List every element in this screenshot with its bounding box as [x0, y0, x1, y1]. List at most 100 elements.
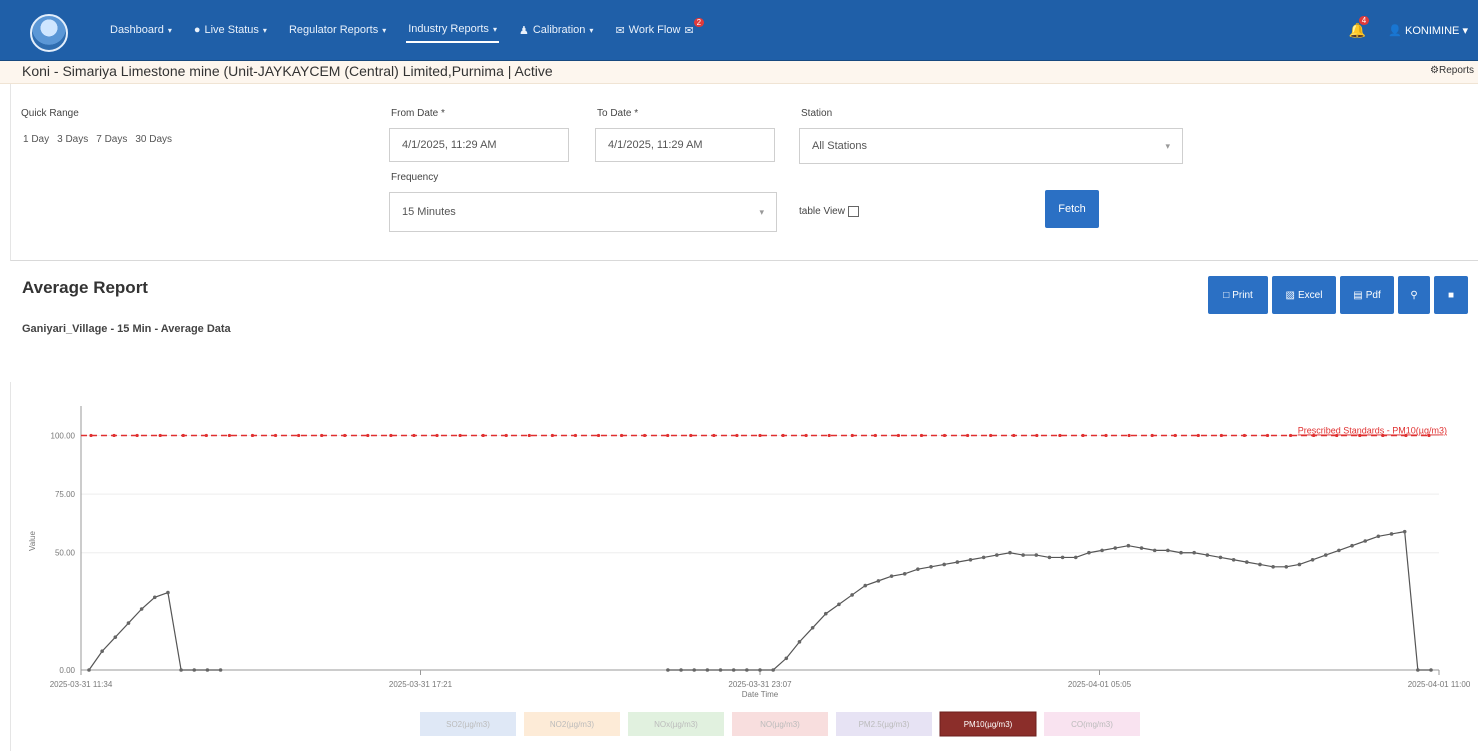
y-tick-label: 75.00	[55, 490, 76, 499]
table-view-toggle[interactable]: table View	[799, 206, 859, 217]
threshold-marker	[366, 433, 370, 438]
legend-label: NO2(µg/m3)	[550, 720, 595, 729]
data-point	[166, 590, 170, 595]
from-date-label: From Date *	[391, 108, 445, 119]
data-point	[784, 656, 789, 661]
notification-bell-icon[interactable]: 🔔 4	[1349, 15, 1370, 39]
quick-range-1-day[interactable]: 1 Day	[21, 132, 51, 147]
to-date-label: To Date *	[597, 108, 639, 119]
quick-range-7-days[interactable]: 7 Days	[94, 132, 129, 147]
top-navbar: Dashboard ▾ ● Live Status ▾ Regulator Reports…	[0, 0, 1478, 62]
page-title: Koni - Simariya Limestone mine (Unit-JAY…	[22, 63, 553, 79]
nav-item-calibration[interactable]: ♟ Calibration ▾	[517, 18, 595, 43]
threshold-marker	[1150, 433, 1154, 438]
data-point	[192, 668, 197, 672]
data-point	[1060, 555, 1065, 560]
nav-item-industry-reports[interactable]: Industry Reports ▾	[406, 17, 499, 43]
frequency-label: Frequency	[391, 172, 439, 183]
quick-range-3-days[interactable]: 3 Days	[55, 132, 90, 147]
data-point	[850, 593, 854, 597]
threshold-marker	[89, 433, 93, 438]
app-logo[interactable]	[30, 14, 68, 52]
threshold-marker	[527, 433, 531, 438]
data-point	[758, 668, 762, 672]
data-point	[771, 668, 775, 672]
chevron-down-icon: ▾	[759, 206, 764, 217]
data-point	[1008, 550, 1012, 555]
data-point	[1179, 550, 1183, 555]
data-point	[1047, 555, 1052, 560]
threshold-marker	[804, 433, 808, 438]
threshold-marker	[735, 433, 739, 438]
data-point	[1402, 529, 1407, 534]
quick-range-group: 1 Day 3 Days 7 Days 30 Days	[21, 132, 174, 147]
to-date-input[interactable]: 4/1/2025, 11:29 AM	[595, 128, 775, 162]
legend-label: NOx(µg/m3)	[654, 720, 698, 729]
nav-item-dashboard[interactable]: Dashboard ▾	[108, 18, 174, 42]
data-point	[1363, 539, 1368, 543]
print-button[interactable]: □ Print	[1208, 276, 1268, 314]
data-point	[1113, 546, 1118, 550]
y-tick-label: 100.00	[51, 431, 76, 440]
data-point	[692, 668, 697, 672]
data-point	[1034, 553, 1039, 557]
data-point	[797, 640, 802, 644]
data-point	[863, 583, 868, 588]
chevron-down-icon: ▾	[1462, 24, 1468, 37]
zoom-button[interactable]: ⚲	[1398, 276, 1430, 314]
data-point	[1166, 548, 1170, 553]
main-nav: Dashboard ▾ ● Live Status ▾ Regulator Reports…	[108, 0, 706, 60]
chevron-down-icon: ▾	[262, 25, 267, 35]
data-point	[705, 668, 710, 672]
threshold-marker	[1081, 433, 1085, 438]
threshold-marker	[273, 433, 278, 438]
report-subtitle: Ganiyari_Village - 15 Min - Average Data	[22, 323, 231, 335]
user-area: 🔔 4 👤 KONIMINE ▾	[1349, 0, 1468, 60]
quick-range-30-days[interactable]: 30 Days	[133, 132, 174, 147]
nav-item-label: Regulator Reports	[288, 24, 379, 36]
user-icon: 👤	[1388, 24, 1402, 37]
search-icon: ⚲	[1410, 289, 1418, 301]
data-point	[205, 668, 210, 672]
data-point	[1297, 562, 1302, 567]
threshold-marker	[689, 433, 693, 438]
threshold-marker	[712, 433, 716, 438]
y-tick-label: 50.00	[55, 549, 76, 558]
threshold-marker	[573, 433, 578, 438]
nav-item-work-flow[interactable]: ✉ Work Flow ✉ 2	[613, 17, 706, 43]
pdf-button[interactable]: ▤ Pdf	[1340, 276, 1394, 314]
data-point	[152, 595, 157, 600]
nav-item-label: Calibration	[532, 24, 586, 36]
legend-label: SO2(µg/m3)	[446, 720, 490, 729]
excel-button[interactable]: ▧ Excel	[1272, 276, 1336, 314]
nav-item-live-status[interactable]: ● Live Status ▾	[192, 18, 269, 42]
data-point	[837, 602, 841, 607]
x-tick-label: 2025-04-01 11:00	[1408, 680, 1471, 689]
reports-link[interactable]: ⚙Reports	[1430, 65, 1474, 76]
user-menu[interactable]: 👤 KONIMINE ▾	[1388, 24, 1468, 37]
table-view-checkbox[interactable]	[847, 206, 859, 217]
data-point	[968, 557, 973, 562]
threshold-marker	[850, 433, 854, 438]
threshold-marker	[458, 433, 462, 438]
data-point	[126, 621, 131, 625]
threshold-marker	[1196, 433, 1200, 438]
frequency-select[interactable]: 15 Minutes ▾	[389, 192, 777, 232]
station-select[interactable]: All Stations ▾	[799, 128, 1183, 164]
data-point	[1389, 532, 1394, 536]
from-date-input[interactable]: 4/1/2025, 11:29 AM	[389, 128, 569, 162]
threshold-marker	[435, 433, 439, 438]
threshold-marker	[989, 433, 993, 438]
nav-item-regulator-reports[interactable]: Regulator Reports ▾	[287, 18, 388, 42]
nav-item-label: Dashboard	[110, 24, 164, 36]
data-point	[1245, 560, 1249, 564]
threshold-marker	[343, 433, 347, 438]
data-point	[1073, 555, 1078, 560]
legend-label: NO(µg/m3)	[760, 720, 800, 729]
fetch-button[interactable]: Fetch	[1045, 190, 1099, 228]
y-tick-label: 0.00	[59, 666, 75, 675]
nav-item-label: Work Flow	[628, 24, 681, 36]
data-point	[1152, 548, 1157, 553]
table-toggle-button[interactable]: ■	[1434, 276, 1468, 314]
threshold-marker	[227, 433, 232, 438]
